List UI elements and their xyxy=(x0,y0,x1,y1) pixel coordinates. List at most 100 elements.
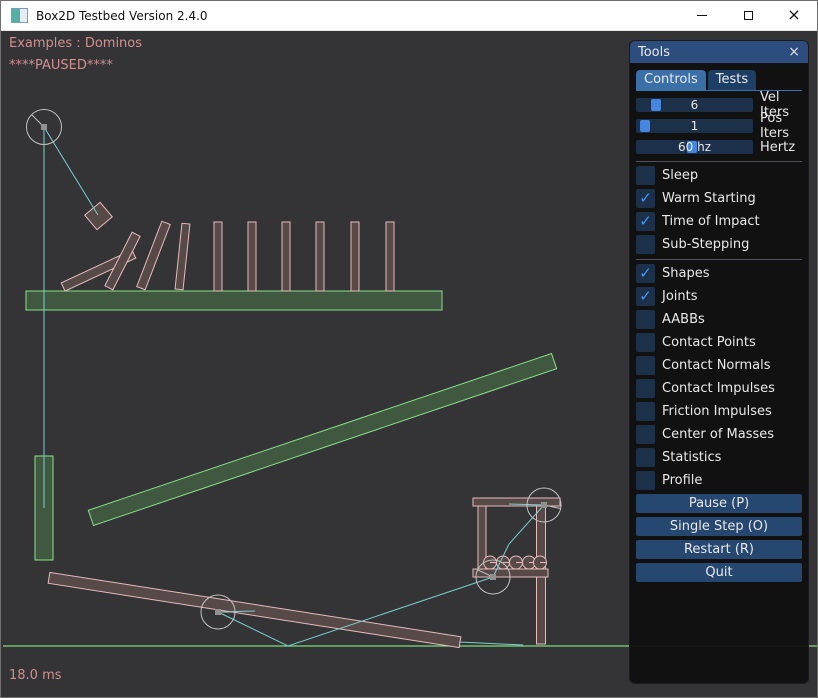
checkmark-icon: ✓ xyxy=(639,289,652,304)
checkbox-label: AABBs xyxy=(662,312,705,327)
checkbox-box[interactable] xyxy=(636,356,655,375)
frame-time-label: 18.0 ms xyxy=(9,668,62,683)
body-origin-marker xyxy=(215,609,221,615)
tab-tests[interactable]: Tests xyxy=(708,70,756,90)
button-group: Pause (P) Single Step (O) Restart (R) Quit xyxy=(636,494,802,582)
checkbox-box[interactable] xyxy=(636,471,655,490)
checkbox-box[interactable] xyxy=(636,310,655,329)
checkmark-icon: ✓ xyxy=(639,266,652,281)
checkbox-box[interactable]: ✓ xyxy=(636,212,655,231)
domino-8[interactable] xyxy=(316,222,324,291)
checkmark-icon: ✓ xyxy=(639,214,652,229)
maximize-button[interactable] xyxy=(725,1,771,31)
restart-r-button[interactable]: Restart (R) xyxy=(636,540,802,559)
close-icon: × xyxy=(787,7,800,23)
tools-panel: Tools × ControlsTests 6Vel Iters1Pos Ite… xyxy=(629,40,809,684)
checkbox-group: Sleep ✓ Warm Starting ✓ Time of Impact Sub-St… xyxy=(636,166,802,490)
checkbox-label: Contact Points xyxy=(662,335,756,350)
domino-10[interactable] xyxy=(386,222,394,291)
window-titlebar[interactable]: Box2D Testbed Version 2.4.0 × xyxy=(1,1,817,31)
body-origin-marker xyxy=(41,124,47,130)
checkbox-profile[interactable]: Profile xyxy=(636,471,802,490)
checkbox-aabbs[interactable]: AABBs xyxy=(636,310,802,329)
body-origin-marker xyxy=(541,502,547,508)
quit-button[interactable]: Quit xyxy=(636,563,802,582)
checkbox-joints[interactable]: ✓ Joints xyxy=(636,287,802,306)
separator xyxy=(636,161,802,162)
slider-hertz[interactable]: 60 hz xyxy=(636,140,753,154)
checkbox-label: Sub-Stepping xyxy=(662,237,749,252)
joint-line xyxy=(44,127,98,215)
slider-group: 6Vel Iters1Pos Iters60 hzHertz xyxy=(636,98,802,154)
checkbox-time-of-impact[interactable]: ✓ Time of Impact xyxy=(636,212,802,231)
checkbox-box[interactable] xyxy=(636,402,655,421)
tilted-plank[interactable] xyxy=(48,572,461,647)
app-icon xyxy=(11,8,28,23)
checkbox-label: Contact Impulses xyxy=(662,381,775,396)
checkbox-box[interactable]: ✓ xyxy=(636,189,655,208)
checkbox-label: Time of Impact xyxy=(662,214,760,229)
checkbox-box[interactable]: ✓ xyxy=(636,264,655,283)
ball-bodies[interactable] xyxy=(484,556,547,569)
checkbox-contact-normals[interactable]: Contact Normals xyxy=(636,356,802,375)
checkbox-shapes[interactable]: ✓ Shapes xyxy=(636,264,802,283)
separator xyxy=(636,259,802,260)
checkbox-sleep[interactable]: Sleep xyxy=(636,166,802,185)
single-step-o-button[interactable]: Single Step (O) xyxy=(636,517,802,536)
domino-9[interactable] xyxy=(351,222,359,291)
checkbox-label: Shapes xyxy=(662,266,709,281)
tools-panel-title: Tools xyxy=(638,45,670,60)
minimize-button[interactable] xyxy=(679,1,725,31)
slider-value: 6 xyxy=(636,98,753,112)
tools-panel-titlebar[interactable]: Tools × xyxy=(630,41,808,63)
pendulum-box[interactable] xyxy=(85,202,113,229)
slider-vel-iters[interactable]: 6 xyxy=(636,98,753,112)
domino-7[interactable] xyxy=(282,222,290,291)
checkbox-statistics[interactable]: Statistics xyxy=(636,448,802,467)
slider-value: 1 xyxy=(636,119,753,133)
domino-3[interactable] xyxy=(137,221,170,290)
checkbox-box[interactable] xyxy=(636,425,655,444)
slider-label: Pos Iters xyxy=(760,111,802,141)
slider-pos-iters[interactable]: 1 xyxy=(636,119,753,133)
checkbox-box[interactable] xyxy=(636,333,655,352)
slider-row-pos-iters: 1Pos Iters xyxy=(636,119,802,133)
slider-row-vel-iters: 6Vel Iters xyxy=(636,98,802,112)
checkbox-contact-points[interactable]: Contact Points xyxy=(636,333,802,352)
simulation-viewport[interactable]: Examples : Dominos ****PAUSED**** 18.0 m… xyxy=(1,31,817,697)
app-window: Box2D Testbed Version 2.4.0 × Examples :… xyxy=(0,0,818,698)
checkbox-friction-impulses[interactable]: Friction Impulses xyxy=(636,402,802,421)
example-label: Examples : Dominos xyxy=(9,36,142,51)
checkbox-box[interactable] xyxy=(636,448,655,467)
checkbox-box[interactable]: ✓ xyxy=(636,287,655,306)
checkbox-box[interactable] xyxy=(636,235,655,254)
domino-6[interactable] xyxy=(248,222,256,291)
maximize-icon xyxy=(744,11,753,20)
slider-label: Hertz xyxy=(760,140,795,155)
checkbox-sub-stepping[interactable]: Sub-Stepping xyxy=(636,235,802,254)
close-icon[interactable]: × xyxy=(788,45,800,59)
tools-panel-body: ControlsTests 6Vel Iters1Pos Iters60 hzH… xyxy=(630,63,808,582)
checkbox-label: Joints xyxy=(662,289,698,304)
checkbox-label: Profile xyxy=(662,473,702,488)
checkbox-center-of-masses[interactable]: Center of Masses xyxy=(636,425,802,444)
tab-bar: ControlsTests xyxy=(636,67,802,91)
checkbox-label: Warm Starting xyxy=(662,191,756,206)
checkbox-box[interactable] xyxy=(636,166,655,185)
checkbox-warm-starting[interactable]: ✓ Warm Starting xyxy=(636,189,802,208)
checkbox-label: Sleep xyxy=(662,168,698,183)
slider-value: 60 hz xyxy=(636,140,753,154)
tab-controls[interactable]: Controls xyxy=(636,70,706,90)
paused-label: ****PAUSED**** xyxy=(9,58,113,73)
checkbox-label: Contact Normals xyxy=(662,358,771,373)
checkbox-box[interactable] xyxy=(636,379,655,398)
checkbox-label: Center of Masses xyxy=(662,427,774,442)
pause-p-button[interactable]: Pause (P) xyxy=(636,494,802,513)
domino-5[interactable] xyxy=(214,222,222,291)
domino-4[interactable] xyxy=(175,223,190,289)
checkmark-icon: ✓ xyxy=(639,191,652,206)
checkbox-contact-impulses[interactable]: Contact Impulses xyxy=(636,379,802,398)
static-bodies xyxy=(26,291,557,560)
close-button[interactable]: × xyxy=(771,1,817,31)
body-origin-marker xyxy=(490,574,496,580)
